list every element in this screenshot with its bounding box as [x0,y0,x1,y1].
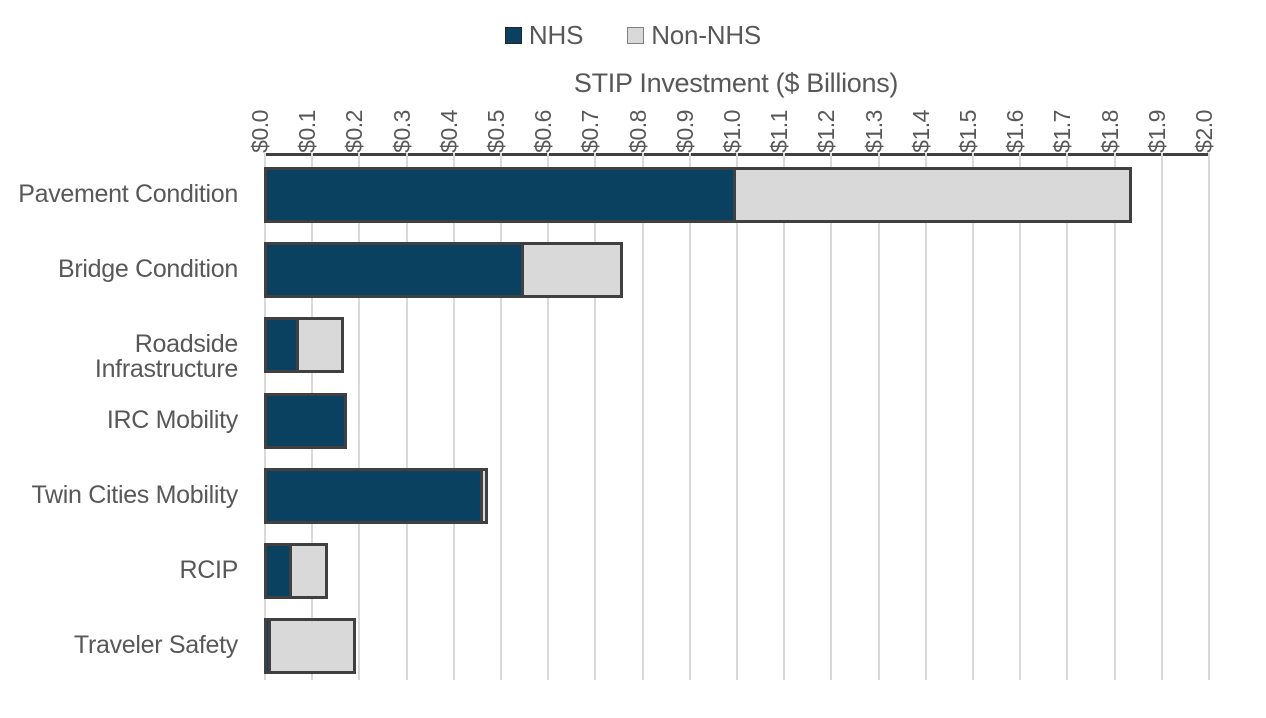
bar-row[interactable] [264,543,328,600]
bar-row[interactable] [264,241,623,298]
bar-segment-non-nhs[interactable] [523,241,623,298]
bar-segment-nhs[interactable] [264,543,293,600]
x-tick-label-text: $2.0 [1191,110,1218,153]
bar-segment-nhs[interactable] [264,618,272,675]
x-tick-label-text: $1.6 [1002,110,1029,153]
bar-row[interactable] [264,467,489,524]
legend-swatch-nhs-icon [504,26,522,44]
legend-swatch-non-nhs-icon [627,26,645,44]
bar-row[interactable] [264,392,347,449]
x-tick-label-text: $0.6 [530,110,557,153]
plot-area [264,153,1210,680]
category-label: Twin Cities Mobility [31,480,238,509]
bar-row[interactable] [264,618,357,675]
bar-segment-nhs[interactable] [264,166,736,223]
bar-segment-non-nhs[interactable] [292,543,328,600]
x-tick-label-text: $0.3 [388,110,415,153]
bar-segment-nhs[interactable] [264,392,347,449]
category-label: Bridge Condition [57,254,238,283]
x-tick-label-text: $0.7 [577,110,604,153]
x-axis-tick-labels: $0.0 $0.1 $0.2 $0.3 $0.4 $0.5 $0.6 $0.7 $0.8 $0.9… [247,95,1217,153]
chart-legend: NHS Non-NHS [0,22,1266,48]
x-tick-label-text: $1.4 [907,110,934,153]
bar-segment-non-nhs[interactable] [483,467,489,524]
bar-series-container [264,153,1208,680]
category-label: IRC Mobility [106,405,238,434]
category-label: Pavement Condition [18,179,238,208]
x-tick-label-text: $1.8 [1096,110,1123,153]
y-axis-category-labels: Pavement Condition Bridge Condition Roadsi… [0,153,250,680]
x-tick-label-text: $0.8 [624,110,651,153]
x-tick-label-text: $1.0 [719,110,746,153]
legend-label-non-nhs: Non-NHS [651,20,762,50]
x-tick-label-text: $0.0 [247,110,274,153]
x-tick-label-text: $1.1 [766,110,793,153]
category-label: RCIP [179,556,238,585]
legend-item-non-nhs[interactable]: Non-NHS [627,22,761,48]
gridline [1208,153,1210,680]
x-tick-label-text: $1.3 [860,110,887,153]
category-label: Roadside Infrastructure [94,330,238,384]
bar-segment-nhs[interactable] [264,317,300,374]
x-tick-label-text: $0.5 [483,110,510,153]
x-tick-label-text: $1.2 [813,110,840,153]
x-tick-label-text: $0.1 [294,110,321,153]
category-label: Traveler Safety [73,631,238,660]
x-tick-label-text: $0.2 [341,110,368,153]
bar-row[interactable] [264,166,1133,223]
x-tick-label-text: $0.9 [671,110,698,153]
bar-segment-nhs[interactable] [264,467,484,524]
x-tick-label-text: $1.5 [955,110,982,153]
bar-segment-non-nhs[interactable] [736,166,1133,223]
legend-label-nhs: NHS [528,20,584,50]
stacked-bar-chart: NHS Non-NHS STIP Investment ($ Billions)… [0,0,1266,718]
x-tick-label-text: $1.7 [1049,110,1076,153]
bar-row[interactable] [264,317,345,374]
legend-item-nhs[interactable]: NHS [504,20,584,50]
x-tick-label-text: $0.4 [435,110,462,153]
bar-segment-non-nhs[interactable] [271,618,357,675]
x-tick-label-text: $1.9 [1143,110,1170,153]
bar-segment-non-nhs[interactable] [299,317,345,374]
bar-segment-nhs[interactable] [264,241,524,298]
